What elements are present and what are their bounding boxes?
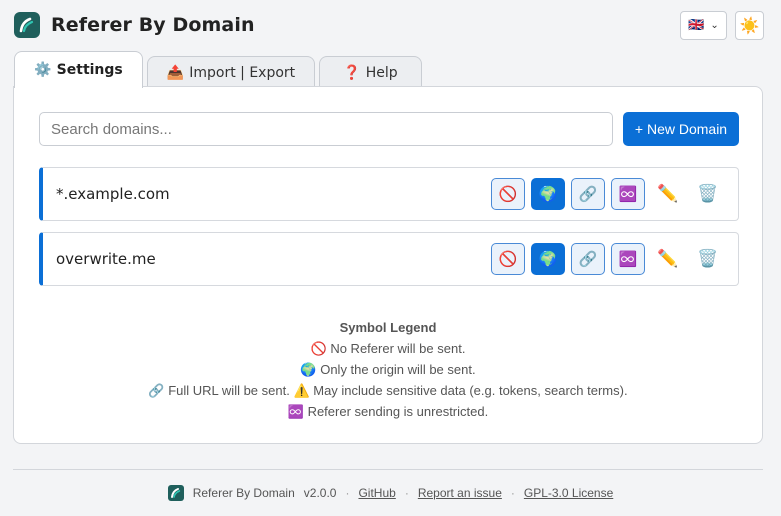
uk-flag-icon: 🇬🇧 <box>688 17 705 33</box>
gear-icon: ⚙️ <box>34 62 52 78</box>
language-select[interactable]: 🇬🇧 ⌄ <box>680 10 727 40</box>
no-referer-button[interactable]: 🚫 <box>491 178 525 210</box>
tab-help[interactable]: ❓ Help <box>319 56 422 88</box>
no-referer-button[interactable]: 🚫 <box>491 243 525 275</box>
legend-title: Symbol Legend <box>339 320 437 335</box>
edit-button[interactable]: ✏️ <box>651 178 685 210</box>
domain-row: *.example.com 🚫 🌍 🔗 ♾️ ✏️ 🗑️ <box>39 167 739 221</box>
legend-line: 🌍 Only the origin will be sent. <box>300 362 476 377</box>
footer: Referer By Domain v2.0.0 · GitHub · Repo… <box>0 482 781 504</box>
chevron-down-icon: ⌄ <box>710 19 719 31</box>
footer-logo <box>167 485 184 501</box>
domain-name: overwrite.me <box>56 250 156 268</box>
link-icon: 🔗 <box>578 185 598 203</box>
legend-line: ♾️ Referer sending is unrestricted. <box>287 404 489 419</box>
trash-icon: 🗑️ <box>697 249 719 269</box>
no-entry-icon: 🚫 <box>498 250 518 268</box>
tab-import-export[interactable]: 📤 Import | Export <box>147 56 315 88</box>
globe-icon: 🌍 <box>538 185 558 203</box>
pencil-icon: ✏️ <box>657 184 679 204</box>
delete-button[interactable]: 🗑️ <box>691 178 725 210</box>
legend-line: 🚫 No Referer will be sent. <box>310 341 466 356</box>
legend-line: 🔗 Full URL will be sent. ⚠️ May include … <box>148 383 628 398</box>
link-icon: 🔗 <box>578 250 598 268</box>
domain-name: *.example.com <box>56 185 170 203</box>
origin-only-button[interactable]: 🌍 <box>531 243 565 275</box>
app-header: Referer By Domain 🇬🇧 ⌄ ☀️ <box>14 10 764 40</box>
settings-panel: + New Domain *.example.com 🚫 🌍 🔗 ♾️ ✏️ 🗑… <box>13 86 763 444</box>
tab-label: Import | Export <box>189 64 296 81</box>
tab-label: Settings <box>56 62 123 78</box>
separator: · <box>510 486 515 500</box>
github-link[interactable]: GitHub <box>358 486 395 500</box>
full-url-button[interactable]: 🔗 <box>571 178 605 210</box>
infinity-icon: ♾️ <box>618 185 638 203</box>
infinity-icon: ♾️ <box>618 250 638 268</box>
sun-icon: ☀️ <box>739 15 760 35</box>
edit-button[interactable]: ✏️ <box>651 243 685 275</box>
search-input[interactable] <box>39 112 613 146</box>
domain-row: overwrite.me 🚫 🌍 🔗 ♾️ ✏️ 🗑️ <box>39 232 739 286</box>
separator: · <box>345 486 350 500</box>
footer-divider <box>13 469 763 470</box>
theme-toggle-button[interactable]: ☀️ <box>735 10 764 40</box>
delete-button[interactable]: 🗑️ <box>691 243 725 275</box>
new-domain-button[interactable]: + New Domain <box>623 112 739 146</box>
globe-icon: 🌍 <box>538 250 558 268</box>
footer-app-name: Referer By Domain <box>192 486 295 500</box>
app-logo <box>14 12 40 38</box>
outbox-icon: 📤 <box>166 64 185 81</box>
tab-settings[interactable]: ⚙️ Settings <box>14 51 143 88</box>
report-issue-link[interactable]: Report an issue <box>418 486 502 500</box>
full-url-button[interactable]: 🔗 <box>571 243 605 275</box>
pencil-icon: ✏️ <box>657 249 679 269</box>
license-link[interactable]: GPL-3.0 License <box>524 486 613 500</box>
origin-only-button[interactable]: 🌍 <box>531 178 565 210</box>
unrestricted-button[interactable]: ♾️ <box>611 243 645 275</box>
unrestricted-button[interactable]: ♾️ <box>611 178 645 210</box>
symbol-legend: Symbol Legend 🚫 No Referer will be sent.… <box>14 317 762 422</box>
no-entry-icon: 🚫 <box>498 185 518 203</box>
footer-version: v2.0.0 <box>303 486 337 500</box>
separator: · <box>404 486 409 500</box>
trash-icon: 🗑️ <box>697 184 719 204</box>
question-icon: ❓ <box>343 64 361 81</box>
tab-label: Help <box>365 64 398 81</box>
app-title: Referer By Domain <box>51 14 255 36</box>
